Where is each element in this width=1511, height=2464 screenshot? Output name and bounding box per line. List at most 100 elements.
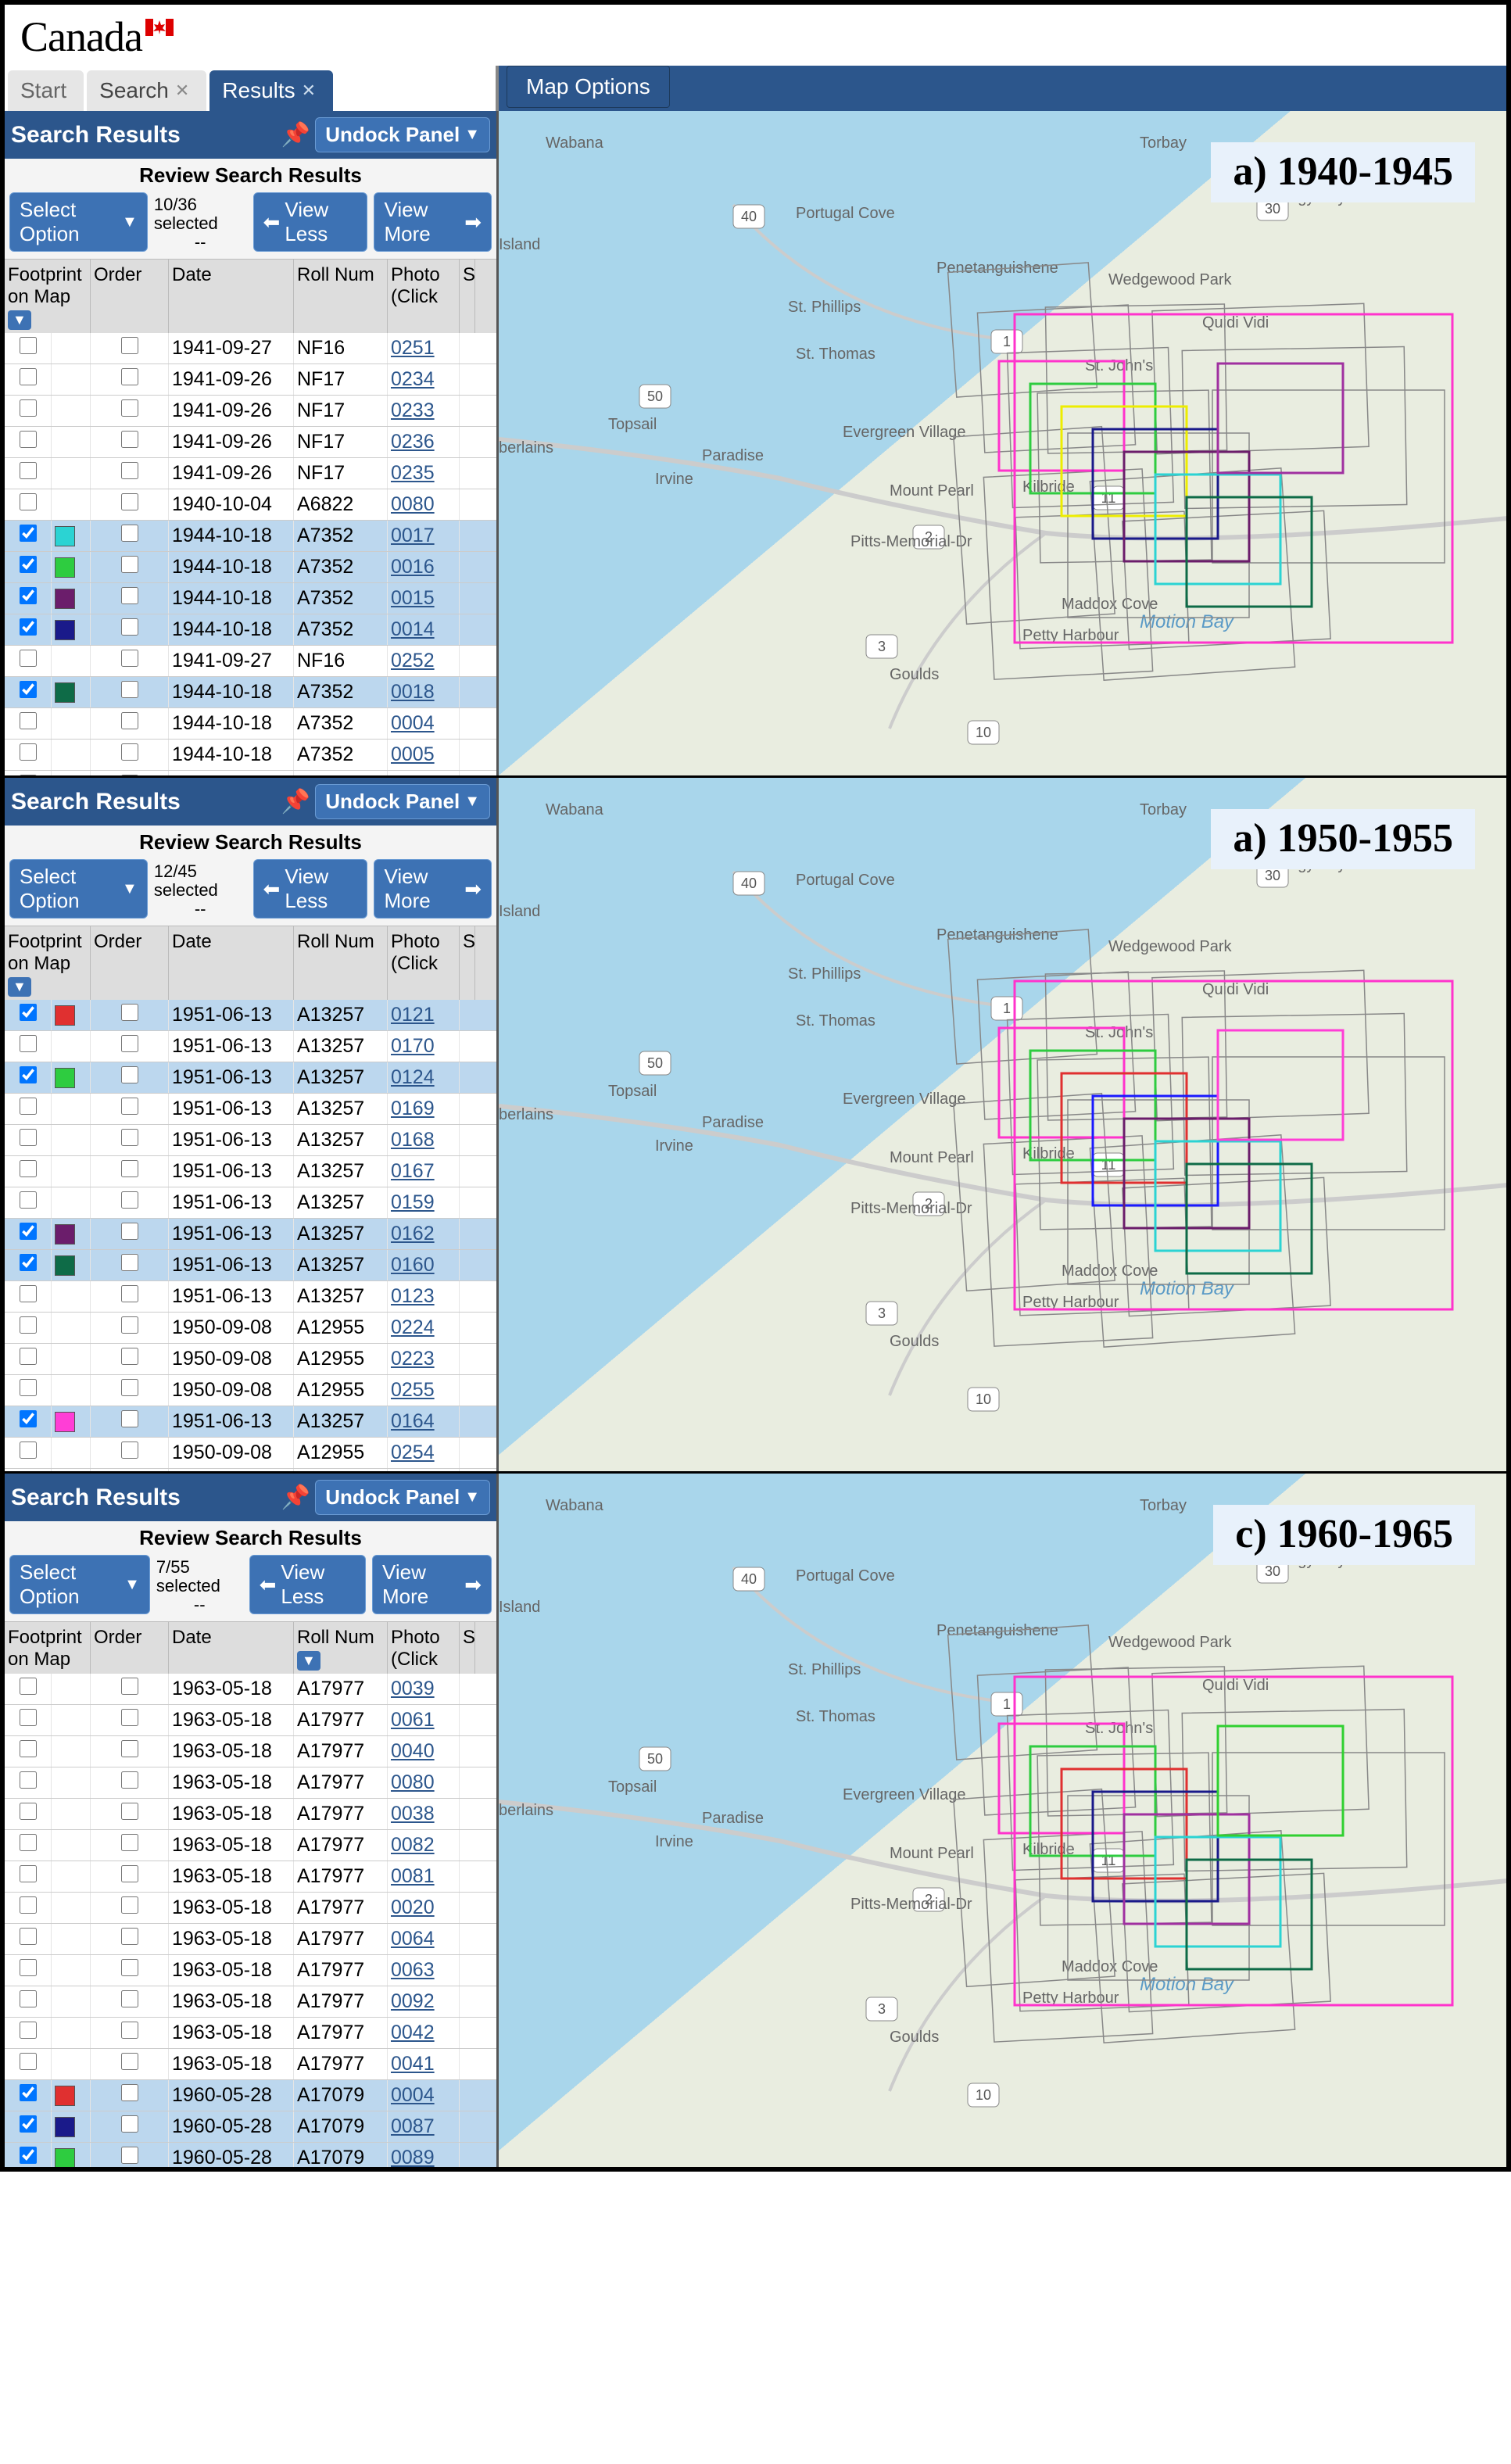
select-option-button[interactable]: Select Option ▼	[9, 192, 148, 252]
order-checkbox[interactable]	[121, 618, 138, 636]
order-checkbox[interactable]	[121, 1442, 138, 1459]
col-order[interactable]: Order	[91, 260, 169, 333]
photo-link[interactable]: 0063	[391, 1959, 435, 1981]
footprint-checkbox[interactable]	[20, 462, 37, 479]
table-row[interactable]: 1951-06-13 A13257 0124	[5, 1062, 496, 1094]
order-checkbox[interactable]	[121, 462, 138, 479]
sort-button[interactable]: ▼	[297, 1651, 320, 1671]
col-roll[interactable]: Roll Num ▼	[294, 1622, 388, 1674]
order-checkbox[interactable]	[121, 493, 138, 510]
table-row[interactable]: 1951-06-13 A13257 0169	[5, 1094, 496, 1125]
order-checkbox[interactable]	[121, 368, 138, 385]
footprint-checkbox[interactable]	[20, 1740, 37, 1757]
table-row[interactable]: 1950-09-08 A12955 0254	[5, 1438, 496, 1469]
photo-link[interactable]: 0080	[391, 1771, 435, 1793]
table-row[interactable]: 1960-05-28 A17079 0089	[5, 2143, 496, 2167]
order-checkbox[interactable]	[121, 1959, 138, 1976]
table-row[interactable]: 1951-06-13 A13257 0167	[5, 1156, 496, 1187]
order-checkbox[interactable]	[121, 431, 138, 448]
table-row[interactable]: 1963-05-18 A17977 0081	[5, 1861, 496, 1893]
pin-icon[interactable]: 📌	[281, 788, 310, 815]
table-row[interactable]: 1960-05-28 A17079 0004	[5, 2080, 496, 2111]
footprint-checkbox[interactable]	[20, 431, 37, 448]
photo-link[interactable]: 0064	[391, 1928, 435, 1950]
order-checkbox[interactable]	[121, 681, 138, 698]
photo-link[interactable]: 0255	[391, 1379, 435, 1401]
footprint-checkbox[interactable]	[20, 1865, 37, 1882]
select-option-button[interactable]: Select Option ▼	[9, 1555, 150, 1614]
order-checkbox[interactable]	[121, 1771, 138, 1789]
order-checkbox[interactable]	[121, 1678, 138, 1695]
undock-button[interactable]: Undock Panel ▼	[315, 1480, 490, 1515]
footprint-checkbox[interactable]	[20, 1004, 37, 1021]
col-footprint[interactable]: Footprinton Map ▼	[5, 260, 91, 333]
table-row[interactable]: 1963-05-18 A17977 0040	[5, 1736, 496, 1767]
tab-results[interactable]: Results✕	[209, 70, 333, 111]
footprint-checkbox[interactable]	[20, 681, 37, 698]
footprint-checkbox[interactable]	[20, 1191, 37, 1209]
photo-link[interactable]: 0233	[391, 399, 435, 421]
view-less-button[interactable]: ⬅View Less	[253, 859, 368, 919]
order-checkbox[interactable]	[121, 1865, 138, 1882]
footprint-checkbox[interactable]	[20, 1678, 37, 1695]
close-icon[interactable]: ✕	[175, 81, 189, 101]
footprint-checkbox[interactable]	[20, 2147, 37, 2164]
view-less-button[interactable]: ⬅View Less	[253, 192, 368, 252]
footprint-checkbox[interactable]	[20, 1771, 37, 1789]
photo-link[interactable]: 0082	[391, 1834, 435, 1856]
table-row[interactable]: 1941-09-26 NF17 0236	[5, 427, 496, 458]
footprint-checkbox[interactable]	[20, 1160, 37, 1177]
order-checkbox[interactable]	[121, 1896, 138, 1914]
col-photo[interactable]: Photo (Click	[388, 1622, 460, 1674]
photo-link[interactable]: 0017	[391, 525, 435, 546]
map-canvas[interactable]: 4015023103011 WabanaTorbayPortugal CoveL…	[499, 1474, 1506, 2167]
col-s[interactable]: S	[460, 260, 475, 333]
footprint-checkbox[interactable]	[20, 1348, 37, 1365]
table-row[interactable]: 1963-05-18 A17977 0038	[5, 1799, 496, 1830]
map-canvas[interactable]: 4015023103011 WabanaTorbayPortugal CoveL…	[499, 111, 1506, 775]
order-checkbox[interactable]	[121, 1709, 138, 1726]
photo-link[interactable]: 0014	[391, 618, 435, 640]
col-date[interactable]: Date	[169, 926, 294, 1000]
photo-link[interactable]: 0089	[391, 2147, 435, 2167]
order-checkbox[interactable]	[121, 2053, 138, 2070]
table-row[interactable]: 1950-09-08 A12955 0255	[5, 1375, 496, 1406]
order-checkbox[interactable]	[121, 556, 138, 573]
footprint-checkbox[interactable]	[20, 2084, 37, 2101]
table-row[interactable]: 1963-05-18 A17977 0092	[5, 1986, 496, 2018]
col-date[interactable]: Date	[169, 1622, 294, 1674]
photo-link[interactable]: 0235	[391, 462, 435, 484]
table-row[interactable]: 1963-05-18 A17977 0042	[5, 2018, 496, 2049]
order-checkbox[interactable]	[121, 1004, 138, 1021]
footprint-checkbox[interactable]	[20, 1803, 37, 1820]
footprint-checkbox[interactable]	[20, 1959, 37, 1976]
footprint-checkbox[interactable]	[20, 1896, 37, 1914]
order-checkbox[interactable]	[121, 587, 138, 604]
order-checkbox[interactable]	[121, 1990, 138, 2007]
order-checkbox[interactable]	[121, 1740, 138, 1757]
photo-link[interactable]: 0018	[391, 681, 435, 703]
footprint-checkbox[interactable]	[20, 1066, 37, 1083]
table-row[interactable]: 1941-09-26 NF17 0234	[5, 364, 496, 396]
photo-link[interactable]: 0236	[391, 431, 435, 453]
footprint-checkbox[interactable]	[20, 1379, 37, 1396]
photo-link[interactable]: 0168	[391, 1129, 435, 1151]
photo-link[interactable]: 0020	[391, 1896, 435, 1918]
sort-button[interactable]: ▼	[8, 310, 31, 330]
view-less-button[interactable]: ⬅View Less	[249, 1555, 366, 1614]
footprint-checkbox[interactable]	[20, 1410, 37, 1427]
footprint-checkbox[interactable]	[20, 1316, 37, 1334]
table-row[interactable]: 1963-05-18 A17977 0020	[5, 1893, 496, 1924]
footprint-checkbox[interactable]	[20, 556, 37, 573]
footprint-checkbox[interactable]	[20, 1035, 37, 1052]
photo-link[interactable]: 0224	[391, 1316, 435, 1338]
col-s[interactable]: S	[460, 926, 475, 1000]
table-row[interactable]: 1944-10-18 A7352 0018	[5, 677, 496, 708]
order-checkbox[interactable]	[121, 1035, 138, 1052]
photo-link[interactable]: 0015	[391, 587, 435, 609]
footprint-checkbox[interactable]	[20, 493, 37, 510]
footprint-checkbox[interactable]	[20, 399, 37, 417]
photo-link[interactable]: 0223	[391, 1348, 435, 1370]
photo-link[interactable]: 0252	[391, 650, 435, 672]
photo-link[interactable]: 0081	[391, 1865, 435, 1887]
